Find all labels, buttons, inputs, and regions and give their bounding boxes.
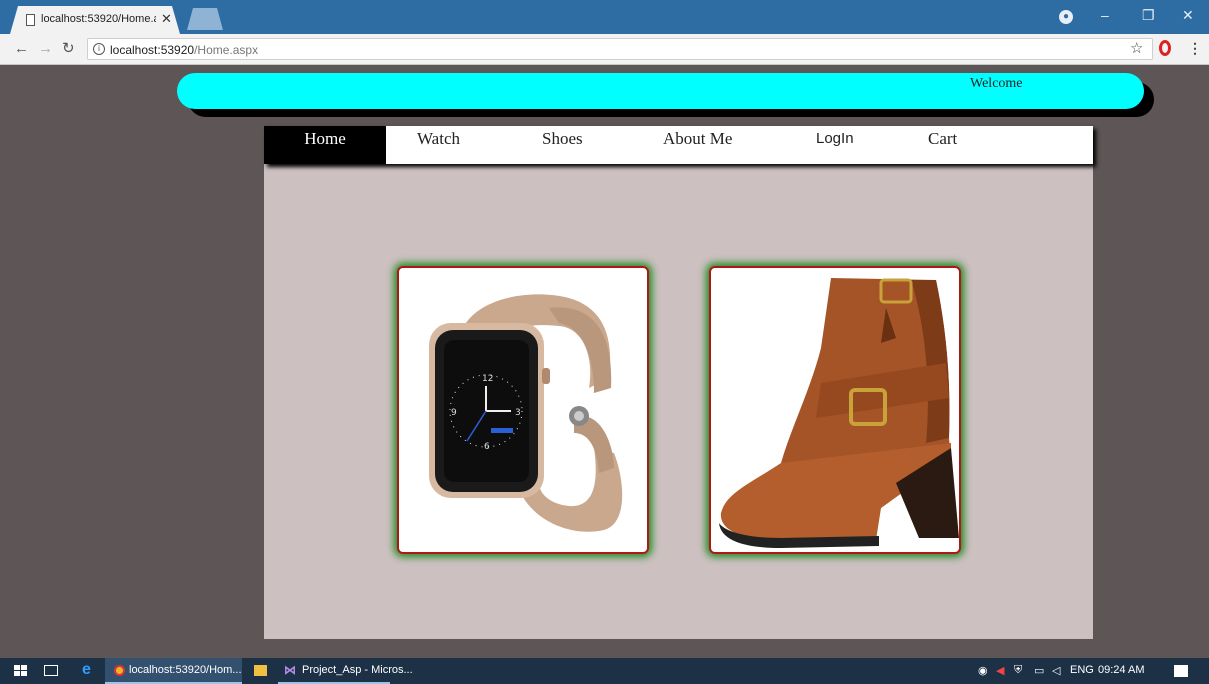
notification-flag-icon[interactable]: ◀ [996,664,1004,677]
visual-studio-label: Project_Asp - Micros... [302,664,413,676]
svg-text:9: 9 [451,408,457,418]
watch-product-card[interactable]: 12 3 6 9 [397,266,649,554]
security-tray-icon[interactable]: ⛨ [1014,664,1022,677]
browser-menu-icon[interactable]: ⋮ [1188,40,1202,57]
main-content: Home Watch Shoes About Me LogIn Cart 12 … [264,126,1093,639]
chrome-icon [114,665,125,676]
address-bar: ← → ↻ i localhost:53920/Home.aspx ☆ ⋮ [0,34,1209,65]
header-banner: Welcome [177,73,1144,109]
boot-product-card[interactable] [709,266,961,554]
profile-icon[interactable]: ● [1059,10,1073,24]
task-view-icon[interactable] [44,665,58,676]
display-tray-icon[interactable]: ▭ [1034,664,1044,677]
reload-icon[interactable]: ↻ [62,41,75,56]
minimize-icon[interactable]: – [1101,8,1109,22]
tab-title: localhost:53920/Home.aspx [41,13,156,25]
nav-watch[interactable]: Watch [417,126,460,164]
forward-icon[interactable]: → [38,41,53,56]
close-window-icon[interactable]: ✕ [1182,8,1194,22]
svg-text:12: 12 [482,374,493,384]
info-icon[interactable]: i [93,43,105,55]
svg-text:3: 3 [515,408,521,418]
ankle-boot-image [719,278,959,548]
page-icon [26,14,35,26]
nav-login[interactable]: LogIn [816,126,854,164]
smartwatch-image: 12 3 6 9 [429,294,623,532]
volume-muted-icon[interactable]: ◁ [1052,664,1060,677]
restore-icon[interactable]: ❐ [1142,8,1155,22]
nav-home[interactable]: Home [264,126,386,164]
new-tab-button[interactable] [187,8,223,30]
svg-text:6: 6 [484,442,490,452]
url-text: localhost:53920/Home.aspx [110,43,258,57]
nav-cart[interactable]: Cart [928,126,957,164]
nav-shoes[interactable]: Shoes [542,126,583,164]
back-icon[interactable]: ← [14,41,29,56]
taskbar-chrome-window[interactable]: localhost:53920/Hom... [105,658,242,684]
language-indicator[interactable]: ENG [1070,664,1094,676]
windows-taskbar: e localhost:53920/Hom... ⋈ Project_Asp -… [0,658,1209,684]
nav-menu: Home Watch Shoes About Me LogIn Cart [264,126,1093,164]
web-page: Welcome Home Watch Shoes About Me LogIn … [0,66,1209,658]
url-path: /Home.aspx [194,43,259,57]
clock[interactable]: 09:24 AM [1098,664,1144,676]
taskbar-visual-studio-window[interactable]: ⋈ Project_Asp - Micros... [278,658,413,684]
edge-browser-icon[interactable]: e [82,661,91,679]
browser-tab[interactable]: localhost:53920/Home.aspx ✕ [10,6,180,34]
opera-extension-icon[interactable] [1159,40,1171,56]
chrome-window-label: localhost:53920/Hom... [129,664,242,676]
file-explorer-icon[interactable] [254,665,267,676]
windows-start-icon[interactable] [14,665,27,677]
close-tab-icon[interactable]: ✕ [161,11,172,27]
url-field[interactable]: i localhost:53920/Home.aspx [87,38,1153,60]
url-host: localhost:53920 [110,43,195,57]
network-tray-icon[interactable]: ◉ [978,664,988,677]
bookmark-star-icon[interactable]: ☆ [1130,39,1143,57]
action-center-icon[interactable] [1174,665,1188,677]
welcome-text: Welcome [970,76,1023,91]
browser-tab-strip: localhost:53920/Home.aspx ✕ ● – ❐ ✕ [0,0,1209,34]
nav-about-me[interactable]: About Me [663,126,732,164]
visual-studio-icon: ⋈ [284,663,296,677]
